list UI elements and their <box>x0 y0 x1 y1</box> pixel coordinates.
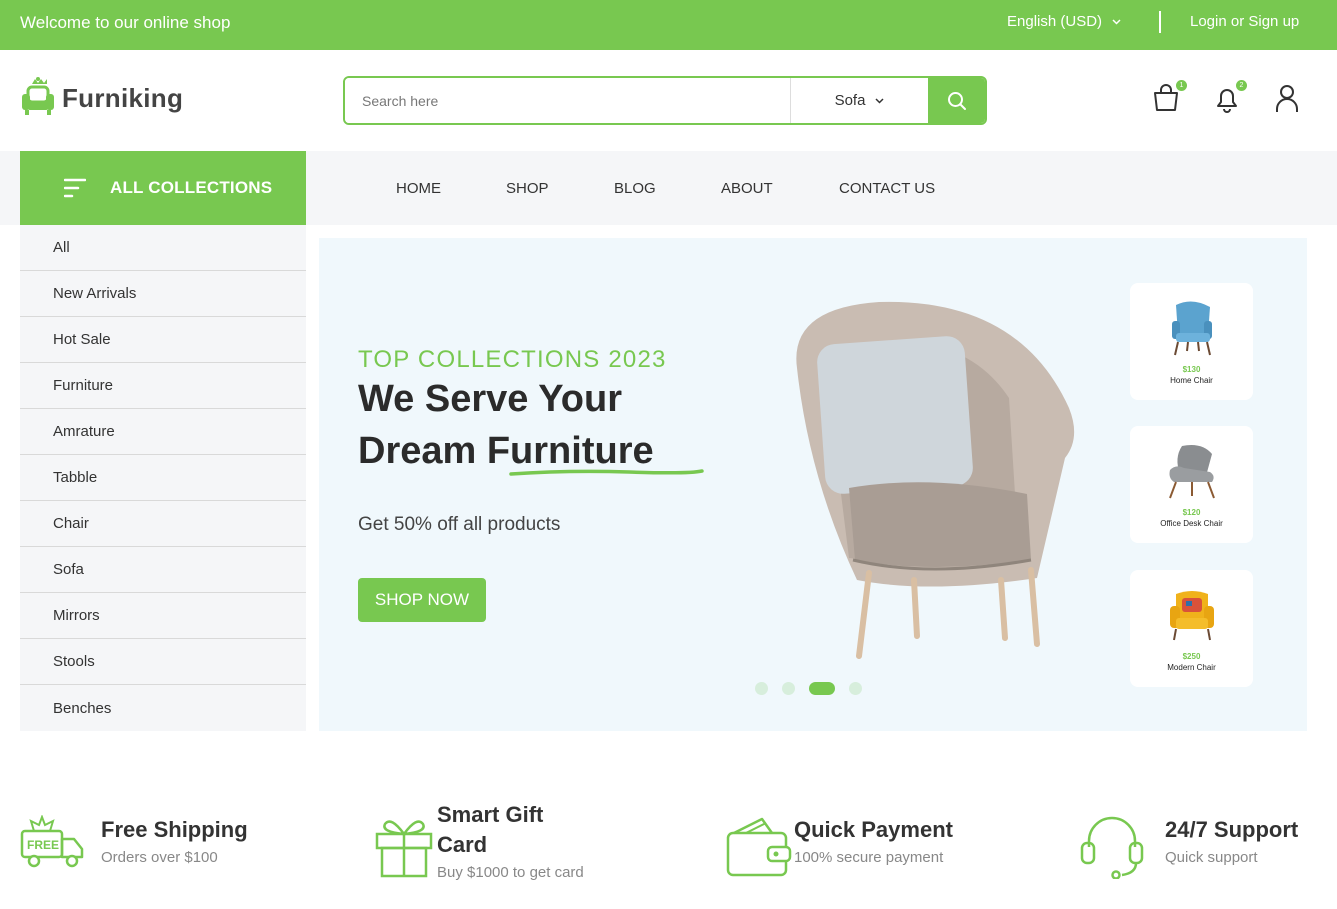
notification-count-badge: 2 <box>1236 80 1247 91</box>
armchair-hero-image <box>796 301 1075 659</box>
sidebar-item-tabble[interactable]: Tabble <box>20 455 306 501</box>
product-name: Home Chair <box>1170 376 1213 385</box>
product-price: $130 <box>1182 365 1201 374</box>
slider-dot-2[interactable] <box>782 682 795 695</box>
nav-about[interactable]: ABOUT <box>721 180 773 197</box>
search-icon <box>947 91 966 110</box>
product-name: Modern Chair <box>1167 663 1216 672</box>
hero-kicker: TOP COLLECTIONS 2023 <box>358 346 667 373</box>
nav-home[interactable]: HOME <box>396 180 441 197</box>
grey-lounge-chair-image <box>1168 445 1215 499</box>
user-icon <box>1276 85 1298 112</box>
headset-icon <box>1080 816 1144 879</box>
topbar-divider <box>1159 11 1161 33</box>
svg-text:FREE: FREE <box>27 838 59 852</box>
account-button[interactable] <box>1271 82 1305 116</box>
all-collections-button[interactable]: ALL COLLECTIONS <box>20 151 306 225</box>
category-selected: Sofa <box>834 92 866 109</box>
feature-title: Smart Gift <box>437 802 544 827</box>
truck-icon: FREE <box>20 815 84 868</box>
hero-headline-line2: Dream Furniture <box>358 430 654 472</box>
armchair-logo-icon <box>22 77 54 115</box>
cart-count-badge: 1 <box>1176 80 1187 91</box>
shop-now-button[interactable]: SHOP NOW <box>358 578 486 622</box>
feature-title: Quick Payment <box>794 817 953 842</box>
product-card-home-chair[interactable]: $130 Home Chair <box>1130 283 1253 400</box>
chevron-down-icon <box>1112 18 1121 25</box>
sidebar-item-hot-sale[interactable]: Hot Sale <box>20 317 306 363</box>
slider-dot-3-active[interactable] <box>809 682 835 695</box>
sidebar-item-new-arrivals[interactable]: New Arrivals <box>20 271 306 317</box>
sidebar-item-stools[interactable]: Stools <box>20 639 306 685</box>
language-label: English (USD) <box>1007 13 1103 30</box>
sidebar-item-furniture[interactable]: Furniture <box>20 363 306 409</box>
gift-icon <box>375 820 433 878</box>
top-bar: Welcome to our online shop English (USD)… <box>0 0 1337 50</box>
product-card-modern-chair[interactable]: $250 Modern Chair <box>1130 570 1253 687</box>
hero-subtext: Get 50% off all products <box>358 514 561 535</box>
product-price: $250 <box>1182 652 1201 661</box>
menu-icon <box>64 178 86 198</box>
notifications-button[interactable]: 2 <box>1211 80 1247 116</box>
product-name: Office Desk Chair <box>1160 519 1223 528</box>
sidebar-item-amrature[interactable]: Amrature <box>20 409 306 455</box>
wallet-icon <box>726 817 792 877</box>
cart-button[interactable]: 1 <box>1151 80 1187 116</box>
slider-dots <box>755 682 862 695</box>
yellow-armchair-image <box>1169 591 1214 641</box>
nav-contact-us[interactable]: CONTACT US <box>839 180 935 197</box>
logo-text: Furniking <box>62 82 184 113</box>
feature-subtitle: Buy $1000 to get card <box>437 864 584 881</box>
feature-subtitle: Orders over $100 <box>101 849 218 866</box>
feature-smart-gift-card: Smart Gift Card Buy $1000 to get card <box>373 800 584 881</box>
search-input[interactable] <box>345 78 790 123</box>
search-bar: Sofa <box>343 76 987 125</box>
site-logo[interactable]: Furniking <box>20 76 183 120</box>
slider-dot-4[interactable] <box>849 682 862 695</box>
brush-underline-decoration <box>509 469 704 476</box>
feature-subtitle: 100% secure payment <box>794 849 944 866</box>
sidebar-item-mirrors[interactable]: Mirrors <box>20 593 306 639</box>
sidebar-item-sofa[interactable]: Sofa <box>20 547 306 593</box>
blue-armchair-image <box>1171 301 1212 356</box>
feature-title-line2: Card <box>437 832 488 857</box>
language-selector[interactable]: English (USD) <box>1007 13 1121 30</box>
feature-subtitle: Quick support <box>1165 849 1258 866</box>
sidebar-item-all[interactable]: All <box>20 225 306 271</box>
feature-title: Free Shipping <box>101 817 248 842</box>
chevron-down-icon <box>875 97 884 104</box>
sidebar-item-chair[interactable]: Chair <box>20 501 306 547</box>
hero-banner: TOP COLLECTIONS 2023 We Serve Your Dream… <box>319 238 1307 731</box>
product-price: $120 <box>1182 508 1201 517</box>
all-collections-label: ALL COLLECTIONS <box>110 178 273 197</box>
feature-support: 24/7 Support Quick support <box>1079 815 1298 879</box>
login-signup-link[interactable]: Login or Sign up <box>1190 13 1299 30</box>
category-dropdown[interactable]: Sofa <box>790 78 928 123</box>
welcome-message: Welcome to our online shop <box>20 13 231 32</box>
hero-headline-line1: We Serve Your <box>358 378 623 420</box>
nav-blog[interactable]: BLOG <box>614 180 656 197</box>
search-button[interactable] <box>928 78 985 123</box>
feature-quick-payment: Quick Payment 100% secure payment <box>726 815 953 879</box>
sidebar-item-benches[interactable]: Benches <box>20 685 306 731</box>
feature-free-shipping: FREE Free Shipping Orders over $100 <box>20 815 248 873</box>
nav-shop[interactable]: SHOP <box>506 180 549 197</box>
product-card-office-desk-chair[interactable]: $120 Office Desk Chair <box>1130 426 1253 543</box>
feature-title: 24/7 Support <box>1165 817 1299 842</box>
category-sidebar: All New Arrivals Hot Sale Furniture Amra… <box>20 225 306 731</box>
slider-dot-1[interactable] <box>755 682 768 695</box>
